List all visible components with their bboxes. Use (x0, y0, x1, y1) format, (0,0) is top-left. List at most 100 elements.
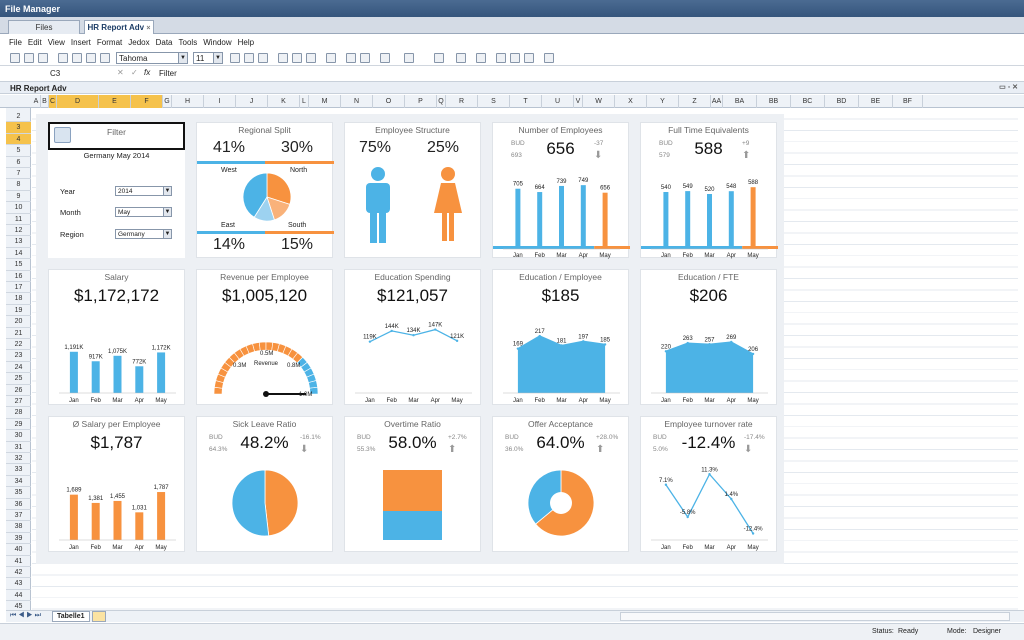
borders-icon[interactable] (326, 53, 336, 63)
table-icon[interactable] (380, 53, 390, 63)
align-center-icon[interactable] (292, 53, 302, 63)
row-header-17[interactable]: 17 (6, 282, 31, 294)
column-header-s[interactable]: S (478, 95, 510, 108)
new-icon[interactable] (10, 53, 20, 63)
row-header-37[interactable]: 37 (6, 510, 31, 522)
row-header-6[interactable]: 6 (6, 157, 31, 168)
column-header-l[interactable]: L (300, 95, 309, 108)
add-sheet-icon[interactable] (92, 611, 106, 622)
format-painter-icon[interactable] (100, 53, 110, 63)
row-header-19[interactable]: 19 (6, 305, 31, 317)
row-header-18[interactable]: 18 (6, 293, 31, 305)
hide-icon[interactable] (510, 53, 520, 63)
row-header-7[interactable]: 7 (6, 168, 31, 180)
row-header-12[interactable]: 12 (6, 225, 31, 237)
column-header-x[interactable]: X (615, 95, 647, 108)
underline-icon[interactable] (258, 53, 268, 63)
unmerge-icon[interactable] (360, 53, 370, 63)
row-header-22[interactable]: 22 (6, 339, 31, 351)
row-header-9[interactable]: 9 (6, 191, 31, 203)
column-header-y[interactable]: Y (647, 95, 679, 108)
open-icon[interactable] (24, 53, 34, 63)
column-header-p[interactable]: P (405, 95, 437, 108)
row-header-33[interactable]: 33 (6, 464, 31, 476)
horizontal-scrollbar[interactable] (620, 612, 1010, 621)
row-header-25[interactable]: 25 (6, 373, 31, 385)
row-header-35[interactable]: 35 (6, 487, 31, 499)
column-header-m[interactable]: M (309, 95, 341, 108)
row-header-31[interactable]: 31 (6, 442, 31, 453)
row-header-30[interactable]: 30 (6, 430, 31, 442)
column-header-w[interactable]: W (583, 95, 615, 108)
function-icon[interactable]: fx (144, 68, 150, 77)
row-header-38[interactable]: 38 (6, 521, 31, 533)
menu-insert[interactable]: Insert (68, 37, 94, 48)
column-header-b[interactable]: B (41, 95, 49, 108)
column-header-t[interactable]: T (510, 95, 542, 108)
column-header-bd[interactable]: BD (825, 95, 859, 108)
copy-icon[interactable] (58, 53, 68, 63)
row-header-16[interactable]: 16 (6, 271, 31, 282)
row-header-13[interactable]: 13 (6, 236, 31, 248)
function-icon[interactable] (456, 53, 466, 63)
column-header-q[interactable]: Q (437, 95, 446, 108)
column-header-ba[interactable]: BA (723, 95, 757, 108)
row-header-44[interactable]: 44 (6, 590, 31, 602)
merge-icon[interactable] (346, 53, 356, 63)
align-right-icon[interactable] (306, 53, 316, 63)
column-header-o[interactable]: O (373, 95, 405, 108)
column-header-n[interactable]: N (341, 95, 373, 108)
column-header-be[interactable]: BE (859, 95, 893, 108)
row-header-2[interactable]: 2 (6, 111, 31, 123)
column-header-r[interactable]: R (446, 95, 478, 108)
row-header-26[interactable]: 26 (6, 385, 31, 396)
column-header-bb[interactable]: BB (757, 95, 791, 108)
row-header-10[interactable]: 10 (6, 202, 31, 214)
column-header-g[interactable]: G (163, 95, 172, 108)
column-header-i[interactable]: I (204, 95, 236, 108)
font-select[interactable]: Tahoma ▼ (116, 52, 188, 64)
column-header-aa[interactable]: AA (711, 95, 723, 108)
tab-files[interactable]: Files (8, 20, 80, 34)
confirm-icon[interactable]: ✓ (131, 68, 138, 77)
row-header-3[interactable]: 3 (6, 122, 31, 134)
window-controls-icon[interactable]: ▭ ▫ ✕ (999, 83, 1018, 91)
row-header-36[interactable]: 36 (6, 499, 31, 510)
column-header-k[interactable]: K (268, 95, 300, 108)
sheet-nav-icon[interactable]: ⏮ ◀ ▶ ⏭ (10, 612, 41, 620)
tab-hr-report[interactable]: HR Report Adv × (84, 20, 154, 34)
column-header-v[interactable]: V (574, 95, 583, 108)
menu-jedox[interactable]: Jedox (125, 37, 152, 48)
column-header-d[interactable]: D (57, 95, 99, 108)
menu-help[interactable]: Help (235, 37, 257, 48)
row-header-43[interactable]: 43 (6, 578, 31, 590)
print-preview-icon[interactable] (544, 53, 554, 63)
row-header-24[interactable]: 24 (6, 362, 31, 374)
menu-format[interactable]: Format (94, 37, 125, 48)
column-header-j[interactable]: J (236, 95, 268, 108)
row-header-41[interactable]: 41 (6, 556, 31, 567)
italic-icon[interactable] (244, 53, 254, 63)
row-header-34[interactable]: 34 (6, 476, 31, 488)
row-header-40[interactable]: 40 (6, 544, 31, 556)
column-header-e[interactable]: E (99, 95, 131, 108)
row-header-29[interactable]: 29 (6, 419, 31, 431)
column-header-bc[interactable]: BC (791, 95, 825, 108)
menu-window[interactable]: Window (200, 37, 234, 48)
paste-icon[interactable] (86, 53, 96, 63)
cut-icon[interactable] (72, 53, 82, 63)
row-header-11[interactable]: 11 (6, 214, 31, 225)
column-header-h[interactable]: H (172, 95, 204, 108)
row-header-20[interactable]: 20 (6, 316, 31, 328)
row-header-8[interactable]: 8 (6, 179, 31, 191)
chart-icon[interactable] (434, 53, 444, 63)
tab-close-icon[interactable]: × (146, 25, 150, 32)
column-header-f[interactable]: F (131, 95, 163, 108)
column-header-z[interactable]: Z (679, 95, 711, 108)
formula-input[interactable]: Filter (159, 69, 177, 78)
row-header-14[interactable]: 14 (6, 248, 31, 260)
cell-reference[interactable]: C3 (50, 69, 95, 78)
row-header-28[interactable]: 28 (6, 407, 31, 419)
freeze-icon[interactable] (496, 53, 506, 63)
column-header-u[interactable]: U (542, 95, 574, 108)
